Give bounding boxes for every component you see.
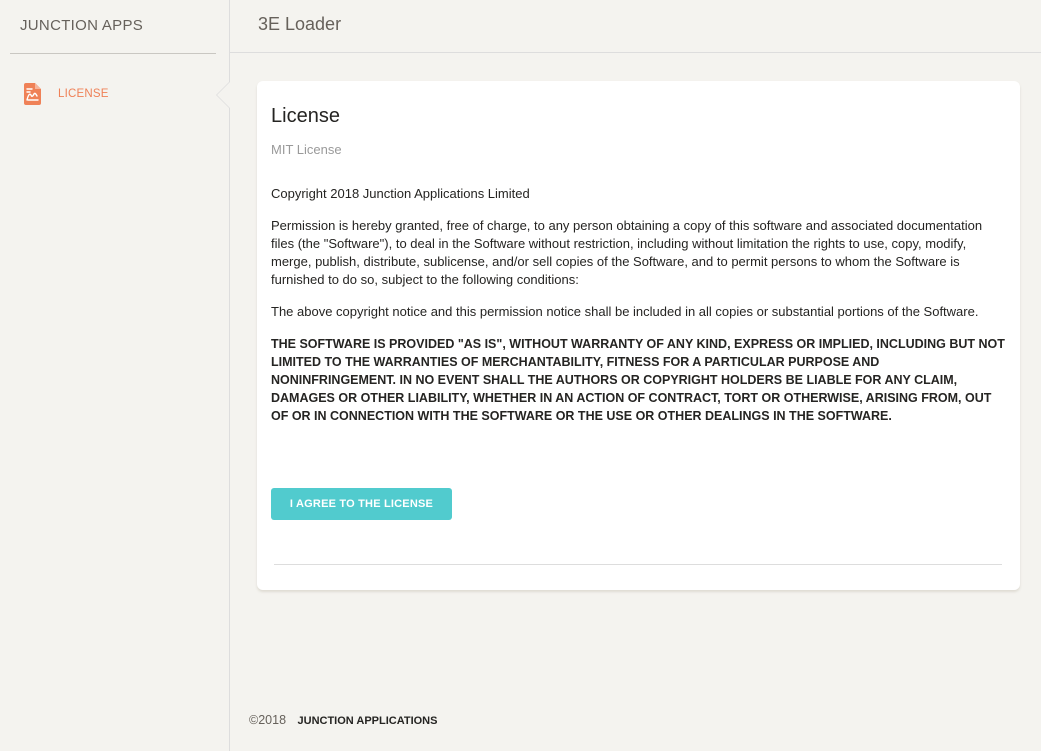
agree-license-button[interactable]: I AGREE TO THE LICENSE (271, 488, 452, 520)
notice-paragraph: The above copyright notice and this perm… (271, 304, 979, 319)
copyright-paragraph: Copyright 2018 Junction Applications Lim… (271, 186, 530, 201)
page-title[interactable]: 3E Loader (258, 14, 341, 35)
sidebar-item-label: LICENSE (58, 88, 109, 100)
card-subtitle: MIT License (271, 142, 342, 157)
sidebar-item-license[interactable]: LICENSE (0, 80, 230, 110)
brand: JUNCTION APPS (10, 0, 216, 54)
license-card: License MIT License Copyright 2018 Junct… (257, 81, 1020, 590)
footer-copyright: ©2018 (249, 713, 287, 727)
top-navbar: 3E Loader (230, 0, 1041, 53)
footer: ©2018 JUNCTION APPLICATIONS (249, 713, 437, 727)
license-text: Copyright 2018 Junction Applications Lim… (271, 185, 1006, 439)
warranty-paragraph: THE SOFTWARE IS PROVIDED "AS IS", WITHOU… (271, 337, 1005, 423)
permission-paragraph: Permission is hereby granted, free of ch… (271, 218, 983, 287)
card-title: License (271, 105, 340, 127)
brand-text[interactable]: JUNCTION APPS (20, 17, 143, 34)
footer-company-link[interactable]: JUNCTION APPLICATIONS (298, 715, 438, 727)
active-caret (216, 81, 230, 109)
file-document-icon (24, 83, 41, 105)
card-divider (274, 564, 1002, 565)
sidebar: JUNCTION APPS LICENSE (0, 0, 230, 751)
